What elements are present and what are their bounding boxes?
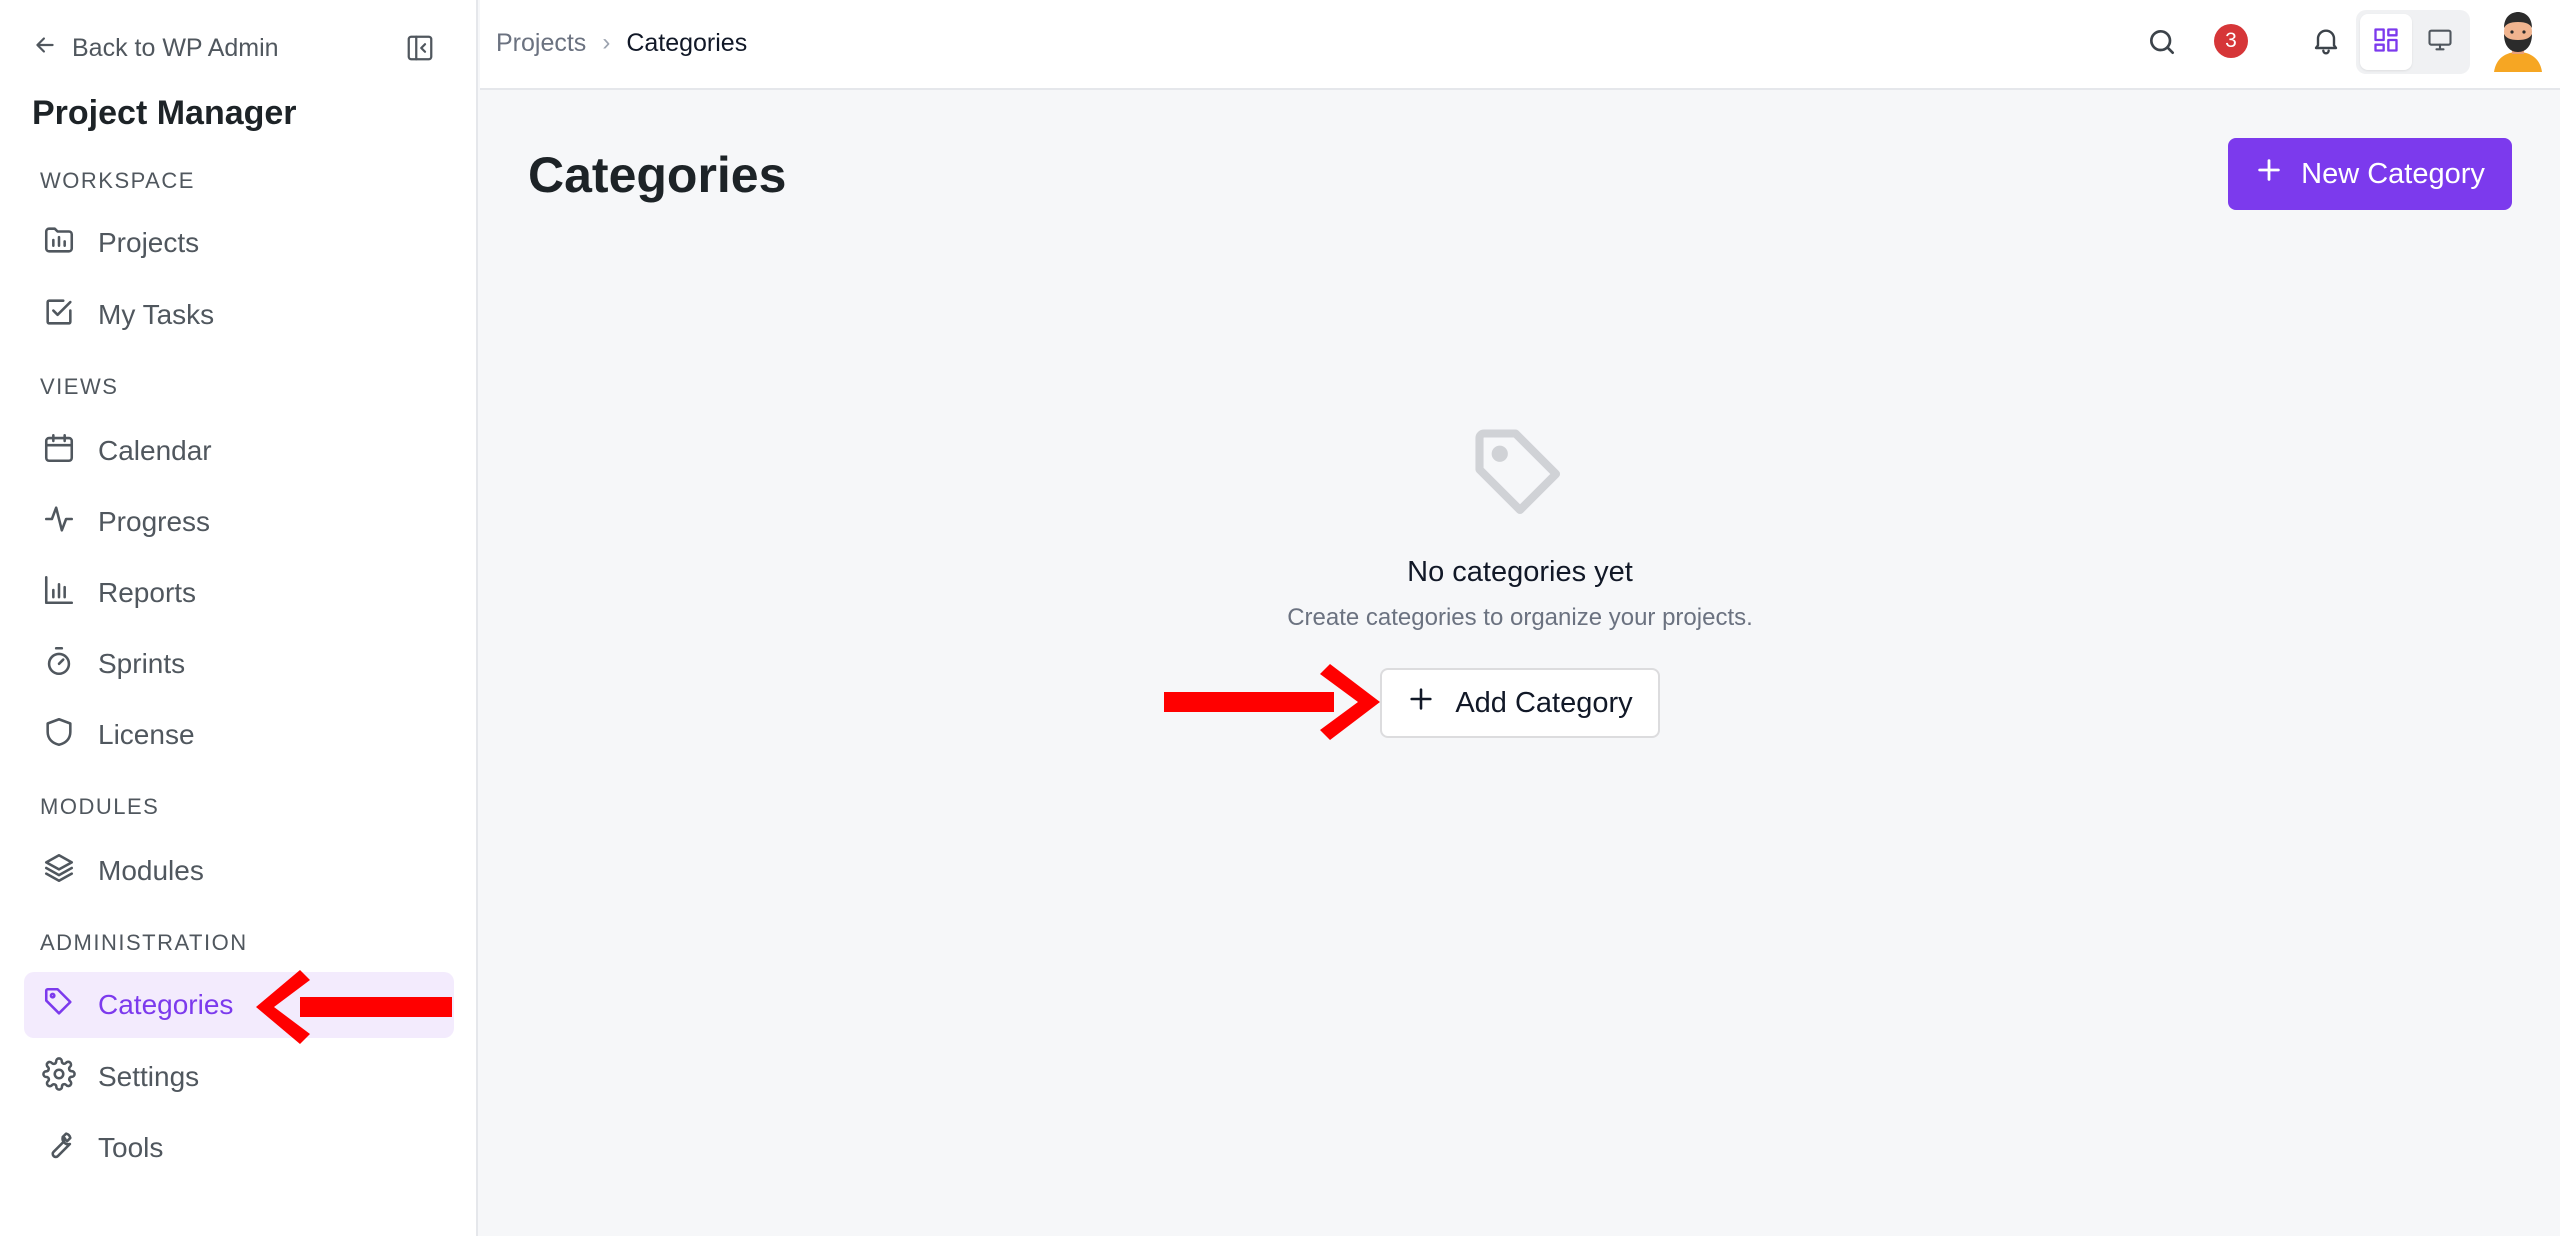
sidebar: Back to WP Admin Project Manager WORKSPA… (0, 0, 478, 1236)
sidebar-item-sprints[interactable]: Sprints (24, 631, 454, 697)
activity-icon (42, 502, 76, 543)
empty-state-description: Create categories to organize your proje… (1287, 604, 1753, 631)
sidebar-item-progress[interactable]: Progress (24, 489, 454, 555)
monitor-view-toggle[interactable] (2414, 14, 2466, 70)
sidebar-item-label: Progress (98, 506, 211, 537)
sidebar-item-label: Sprints (98, 648, 186, 679)
section-label-workspace: WORKSPACE (40, 168, 195, 193)
sidebar-item-my-tasks[interactable]: My Tasks (24, 282, 454, 348)
sidebar-item-settings[interactable]: Settings (24, 1044, 454, 1110)
calendar-icon (42, 431, 76, 472)
sidebar-item-modules[interactable]: Modules (24, 838, 454, 904)
search-icon (2146, 26, 2178, 63)
dashboard-grid-icon (2372, 26, 2400, 59)
add-category-label: Add Category (1455, 686, 1633, 719)
plus-icon (1407, 685, 1435, 721)
arrow-left-icon (32, 32, 58, 65)
section-label-modules: MODULES (40, 794, 160, 819)
wrench-icon (42, 1128, 76, 1169)
page-title: Categories (528, 147, 787, 203)
back-link-label: Back to WP Admin (72, 33, 279, 62)
sidebar-item-label: Settings (98, 1061, 200, 1092)
back-to-wp-admin-link[interactable]: Back to WP Admin (32, 30, 279, 66)
sidebar-item-label: Calendar (98, 435, 212, 466)
notification-count-badge[interactable]: 3 (2214, 24, 2248, 58)
sidebar-item-license[interactable]: License (24, 702, 454, 768)
sidebar-item-label: Categories (98, 989, 234, 1020)
timer-icon (42, 644, 76, 685)
breadcrumb-projects-link[interactable]: Projects (496, 29, 586, 58)
folder-chart-icon (42, 223, 76, 264)
sidebar-item-label: Tools (98, 1132, 164, 1163)
sidebar-item-label: My Tasks (98, 299, 215, 330)
plus-icon (2255, 156, 2283, 192)
grid-view-toggle[interactable] (2360, 14, 2412, 70)
empty-state-title: No categories yet (1407, 556, 1633, 588)
sidebar-item-projects[interactable]: Projects (24, 210, 454, 276)
sidebar-item-calendar[interactable]: Calendar (24, 418, 454, 484)
breadcrumb: Projects › Categories (496, 26, 747, 60)
breadcrumb-current: Categories (626, 28, 748, 57)
annotation-arrow-left (256, 970, 452, 1044)
chevron-right-icon: › (602, 29, 611, 56)
notifications-button[interactable] (2306, 22, 2346, 62)
checkbox-icon (42, 295, 76, 336)
bar-chart-icon (42, 573, 76, 614)
sidebar-item-reports[interactable]: Reports (24, 560, 454, 626)
app-root: Back to WP Admin Project Manager WORKSPA… (0, 0, 2560, 1236)
sidebar-item-label: Modules (98, 855, 204, 886)
gear-icon (42, 1056, 76, 1098)
sidebar-item-label: Projects (98, 227, 200, 258)
panel-collapse-icon (405, 33, 435, 68)
section-label-views: VIEWS (40, 374, 119, 399)
monitor-icon (2426, 26, 2454, 59)
collapse-sidebar-button[interactable] (404, 34, 436, 66)
bell-icon (2310, 24, 2342, 61)
annotation-arrow-right (1164, 664, 1380, 740)
tag-icon (42, 985, 76, 1026)
shield-icon (42, 715, 76, 756)
sidebar-item-label: Reports (98, 577, 197, 608)
sidebar-item-label: License (98, 719, 195, 750)
layers-icon (42, 851, 76, 892)
view-toggle-group (2356, 10, 2470, 74)
empty-state-tag-icon (1466, 420, 1574, 528)
add-category-button[interactable]: Add Category (1380, 668, 1660, 738)
new-category-button[interactable]: New Category (2228, 138, 2512, 210)
section-label-administration: ADMINISTRATION (40, 930, 248, 955)
search-button[interactable] (2142, 24, 2182, 64)
topbar: Projects › Categories 3 (480, 0, 2560, 90)
sidebar-item-tools[interactable]: Tools (24, 1115, 454, 1181)
new-category-label: New Category (2301, 157, 2485, 190)
app-title: Project Manager (32, 94, 297, 132)
user-avatar[interactable] (2488, 8, 2548, 72)
